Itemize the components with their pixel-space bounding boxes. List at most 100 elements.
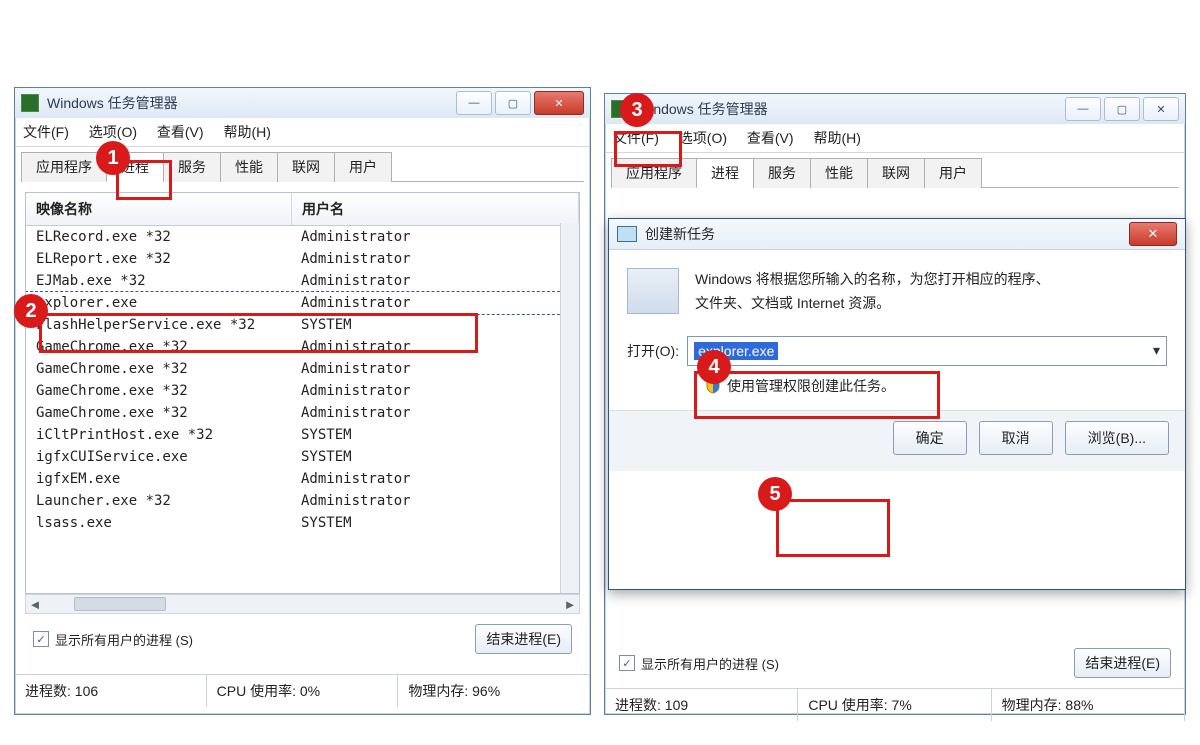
tab-networking[interactable]: 联网 xyxy=(867,158,925,188)
tab-performance[interactable]: 性能 xyxy=(220,152,278,182)
menubar-right: 文件(F) 选项(O) 查看(V) 帮助(H) xyxy=(605,124,1185,153)
end-process-button[interactable]: 结束进程(E) xyxy=(1074,648,1171,678)
menu-options[interactable]: 选项(O) xyxy=(679,130,727,146)
menu-view[interactable]: 查看(V) xyxy=(747,130,794,146)
cancel-button[interactable]: 取消 xyxy=(979,421,1053,455)
close-button[interactable]: ✕ xyxy=(534,91,584,115)
show-all-users-checkbox[interactable]: ✓ xyxy=(619,655,635,671)
cell-image-name: iCltPrintHost.exe *32 xyxy=(26,426,291,444)
table-row[interactable]: Launcher.exe *32Administrator xyxy=(26,490,579,512)
table-row[interactable]: ELReport.exe *32Administrator xyxy=(26,248,579,270)
annotation-badge-2: 2 xyxy=(14,294,48,328)
maximize-button[interactable]: ▢ xyxy=(495,91,531,115)
statusbar-right: 进程数: 109 CPU 使用率: 7% 物理内存: 88% xyxy=(605,688,1185,721)
annotation-badge-1: 1 xyxy=(96,141,130,175)
cell-user: SYSTEM xyxy=(291,426,362,444)
bottom-bar-right: ✓ 显示所有用户的进程 (S) 结束进程(E) xyxy=(605,638,1185,688)
table-row[interactable]: GameChrome.exe *32Administrator xyxy=(26,380,579,402)
dialog-titlebar[interactable]: 创建新任务 ✕ xyxy=(609,219,1185,250)
window-controls: — ▢ ✕ xyxy=(456,91,584,115)
browse-button[interactable]: 浏览(B)... xyxy=(1065,421,1169,455)
cell-image-name: GameChrome.exe *32 xyxy=(26,404,291,422)
table-row[interactable]: igfxCUIService.exeSYSTEM xyxy=(26,446,579,468)
scrollbar-vertical[interactable] xyxy=(560,223,579,593)
table-row[interactable]: FlashHelperService.exe *32SYSTEM xyxy=(26,314,579,336)
menu-options[interactable]: 选项(O) xyxy=(89,124,137,140)
menu-file[interactable]: 文件(F) xyxy=(613,130,659,146)
status-procs: 进程数: 109 xyxy=(605,689,798,721)
tab-apps[interactable]: 应用程序 xyxy=(611,158,697,188)
create-new-task-dialog: 创建新任务 ✕ Windows 将根据您所输入的名称，为您打开相应的程序、 文件… xyxy=(608,218,1186,590)
scroll-right-icon[interactable]: ► xyxy=(561,597,579,612)
cell-user: Administrator xyxy=(291,470,421,488)
table-row[interactable]: GameChrome.exe *32Administrator xyxy=(26,358,579,380)
col-image-name[interactable]: 映像名称 xyxy=(26,193,292,225)
cell-user: Administrator xyxy=(291,272,421,290)
tab-users[interactable]: 用户 xyxy=(924,158,982,188)
titlebar-left[interactable]: Windows 任务管理器 — ▢ ✕ xyxy=(15,88,590,118)
cell-image-name: GameChrome.exe *32 xyxy=(26,338,291,356)
cell-image-name: FlashHelperService.exe *32 xyxy=(26,316,291,334)
table-row[interactable]: EJMab.exe *32Administrator xyxy=(26,270,579,292)
admin-note: 使用管理权限创建此任务。 xyxy=(609,376,1185,410)
titlebar-right[interactable]: Windows 任务管理器 — ▢ ✕ xyxy=(605,94,1185,124)
tab-services[interactable]: 服务 xyxy=(753,158,811,188)
annotation-badge-4: 4 xyxy=(697,350,731,384)
menu-help[interactable]: 帮助(H) xyxy=(223,124,270,140)
cell-user: Administrator xyxy=(291,492,421,510)
process-list[interactable]: 映像名称 用户名 ELRecord.exe *32AdministratorEL… xyxy=(25,192,580,594)
cell-image-name: lsass.exe xyxy=(26,514,291,532)
tab-processes[interactable]: 进程 xyxy=(696,158,754,188)
tab-apps[interactable]: 应用程序 xyxy=(21,152,107,182)
cell-user: Administrator xyxy=(291,250,421,268)
minimize-button[interactable]: — xyxy=(456,91,492,115)
chevron-down-icon[interactable]: ▾ xyxy=(1153,342,1160,359)
close-button[interactable]: ✕ xyxy=(1143,97,1179,121)
run-illustration-icon xyxy=(627,268,679,314)
cell-image-name: GameChrome.exe *32 xyxy=(26,360,291,378)
cell-user: SYSTEM xyxy=(291,316,362,334)
scrollbar-horizontal[interactable]: ◄ ► xyxy=(25,594,580,614)
ok-button[interactable]: 确定 xyxy=(893,421,967,455)
maximize-button[interactable]: ▢ xyxy=(1104,97,1140,121)
table-row[interactable]: lsass.exeSYSTEM xyxy=(26,512,579,534)
window-controls: — ▢ ✕ xyxy=(1065,97,1179,121)
tab-performance[interactable]: 性能 xyxy=(810,158,868,188)
cell-user: Administrator xyxy=(291,338,421,356)
dialog-title: 创建新任务 xyxy=(645,224,715,244)
admin-note-text: 使用管理权限创建此任务。 xyxy=(727,376,895,396)
statusbar-left: 进程数: 106 CPU 使用率: 0% 物理内存: 96% xyxy=(15,674,590,707)
menu-file[interactable]: 文件(F) xyxy=(23,124,69,140)
tabs-right: 应用程序 进程 服务 性能 联网 用户 xyxy=(611,157,1179,188)
window-title: Windows 任务管理器 xyxy=(47,93,178,113)
open-label: 打开(O): xyxy=(627,341,679,361)
cell-user: SYSTEM xyxy=(291,514,362,532)
cell-image-name: ELReport.exe *32 xyxy=(26,250,291,268)
open-row: 打开(O): explorer.exe ▾ xyxy=(609,330,1185,376)
menu-view[interactable]: 查看(V) xyxy=(157,124,204,140)
table-row[interactable]: GameChrome.exe *32Administrator xyxy=(26,336,579,358)
status-cpu: CPU 使用率: 0% xyxy=(207,675,399,707)
tab-services[interactable]: 服务 xyxy=(163,152,221,182)
tab-users[interactable]: 用户 xyxy=(334,152,392,182)
bottom-bar-left: ✓ 显示所有用户的进程 (S) 结束进程(E) xyxy=(25,614,580,664)
show-all-users-checkbox[interactable]: ✓ xyxy=(33,631,49,647)
cell-image-name: GameChrome.exe *32 xyxy=(26,382,291,400)
table-row[interactable]: ELRecord.exe *32Administrator xyxy=(26,226,579,248)
tab-networking[interactable]: 联网 xyxy=(277,152,335,182)
col-user[interactable]: 用户名 xyxy=(292,193,579,225)
scroll-left-icon[interactable]: ◄ xyxy=(26,597,44,612)
table-row[interactable]: explorer.exeAdministrator xyxy=(26,292,579,314)
table-row[interactable]: GameChrome.exe *32Administrator xyxy=(26,402,579,424)
minimize-button[interactable]: — xyxy=(1065,97,1101,121)
dialog-close-button[interactable]: ✕ xyxy=(1129,222,1177,246)
table-row[interactable]: iCltPrintHost.exe *32SYSTEM xyxy=(26,424,579,446)
cell-image-name: igfxCUIService.exe xyxy=(26,448,291,466)
open-combobox[interactable]: explorer.exe ▾ xyxy=(687,336,1167,366)
scroll-thumb[interactable] xyxy=(74,597,166,611)
end-process-button[interactable]: 结束进程(E) xyxy=(475,624,572,654)
menu-help[interactable]: 帮助(H) xyxy=(813,130,860,146)
cell-image-name: igfxEM.exe xyxy=(26,470,291,488)
status-cpu: CPU 使用率: 7% xyxy=(798,689,991,721)
table-row[interactable]: igfxEM.exeAdministrator xyxy=(26,468,579,490)
